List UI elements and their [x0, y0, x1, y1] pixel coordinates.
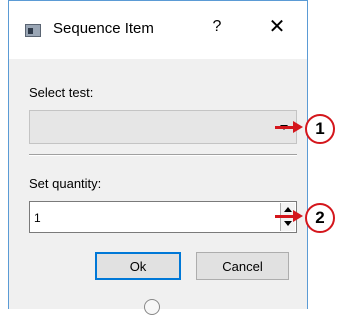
- separator: [29, 154, 297, 156]
- window-title: Sequence Item: [53, 20, 154, 37]
- quantity-value[interactable]: 1: [34, 211, 41, 225]
- ok-button[interactable]: Ok: [95, 252, 181, 280]
- quantity-label: Set quantity:: [29, 176, 102, 191]
- quantity-stepper[interactable]: 1: [29, 201, 297, 233]
- callout-arrow-1-line: [275, 126, 295, 129]
- select-test-label: Select test:: [29, 85, 94, 100]
- title-bar[interactable]: Sequence Item ? ✕: [9, 1, 307, 59]
- arrow-down-icon: [284, 221, 292, 226]
- sequence-item-dialog: Sequence Item ? ✕ Select test: Set quant…: [8, 0, 308, 315]
- help-button[interactable]: ?: [209, 18, 225, 36]
- callout-arrow-1-head: [293, 121, 303, 133]
- close-button[interactable]: ✕: [267, 14, 287, 39]
- cancel-button[interactable]: Cancel: [196, 252, 289, 280]
- app-window-icon: [25, 24, 41, 37]
- radio-button[interactable]: [144, 299, 160, 315]
- select-test-combobox[interactable]: [29, 110, 297, 144]
- arrow-up-icon: [284, 207, 292, 212]
- callout-arrow-2-head: [293, 210, 303, 222]
- callout-marker-2: 2: [305, 203, 335, 233]
- callout-marker-1: 1: [305, 114, 335, 144]
- callout-arrow-2-line: [275, 215, 295, 218]
